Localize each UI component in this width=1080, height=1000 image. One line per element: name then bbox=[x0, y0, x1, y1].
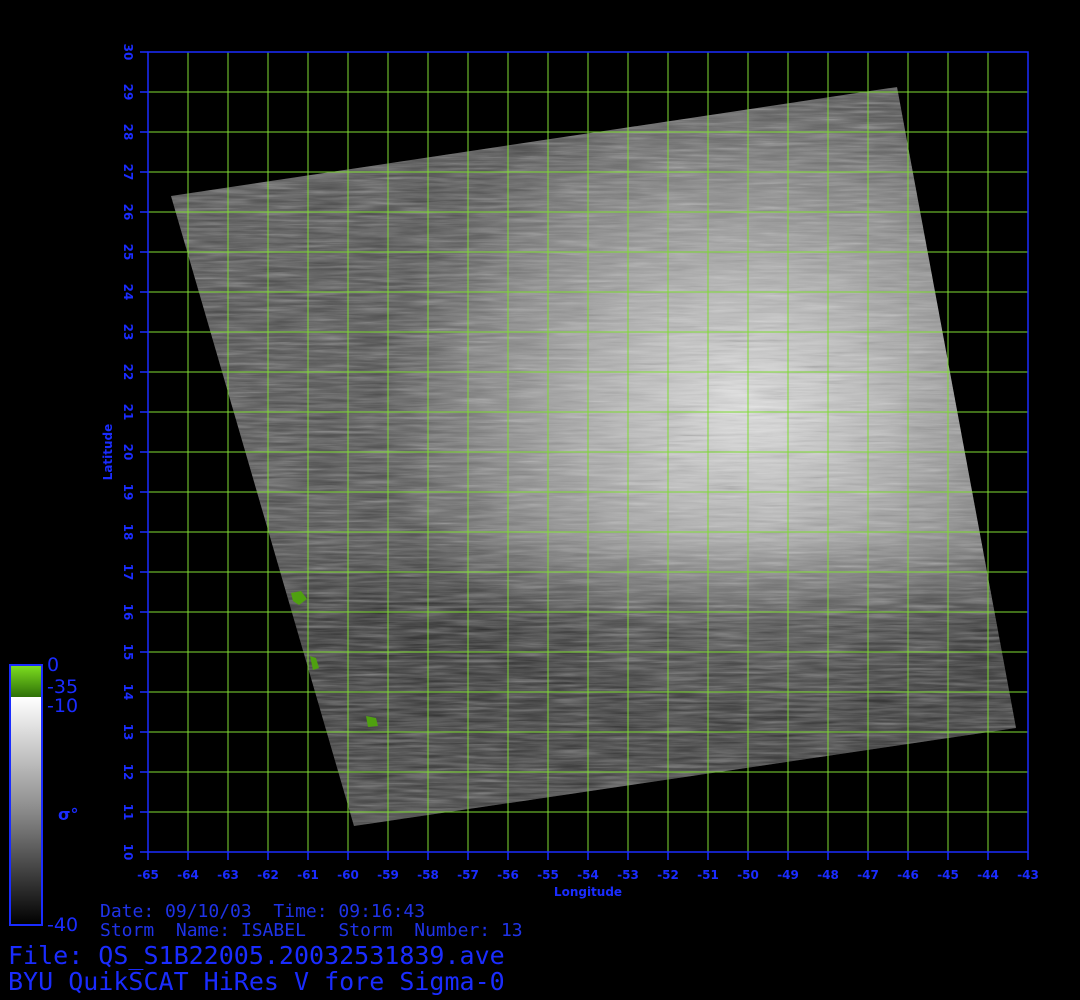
y-tick-label: 11 bbox=[121, 804, 135, 821]
y-tick-label: 28 bbox=[121, 124, 135, 141]
x-tick-label: -48 bbox=[817, 868, 839, 882]
x-tick-label: -65 bbox=[137, 868, 159, 882]
y-tick-label: 18 bbox=[121, 524, 135, 541]
date-time-line: Date: 09/10/03 Time: 09:16:43 bbox=[100, 901, 426, 922]
x-tick-label: -54 bbox=[577, 868, 599, 882]
x-tick-label: -46 bbox=[897, 868, 919, 882]
y-tick-label: 15 bbox=[121, 644, 135, 661]
x-tick-label: -59 bbox=[377, 868, 399, 882]
x-axis-label: Longitude bbox=[554, 885, 622, 899]
y-tick-label: 20 bbox=[121, 444, 135, 461]
y-axis-ticks: 10 11 12 13 14 15 16 17 18 19 20 21 22 23 24 25 26 27 28 29… bbox=[121, 44, 148, 861]
x-tick-label: -55 bbox=[537, 868, 559, 882]
product-title-line: BYU QuikSCAT HiRes V fore Sigma-0 bbox=[8, 967, 505, 996]
satellite-swath-image bbox=[171, 87, 1016, 826]
x-tick-label: -44 bbox=[977, 868, 999, 882]
y-tick-label: 22 bbox=[121, 364, 135, 381]
y-tick-label: 19 bbox=[121, 484, 135, 501]
x-axis-ticks: -65 -64 -63 -62 -61 -60 -59 -58 -57 -56 -55 -54 -53 -… bbox=[137, 852, 1039, 882]
y-tick-label: 25 bbox=[121, 244, 135, 261]
x-tick-label: -51 bbox=[697, 868, 719, 882]
y-tick-label: 16 bbox=[121, 604, 135, 621]
y-tick-label: 13 bbox=[121, 724, 135, 741]
x-tick-label: -61 bbox=[297, 868, 319, 882]
file-name-line: File: QS_S1B22005.20032531839.ave bbox=[8, 941, 505, 970]
x-tick-label: -57 bbox=[457, 868, 479, 882]
y-tick-label: 17 bbox=[121, 564, 135, 581]
y-tick-label: 27 bbox=[121, 164, 135, 181]
colorbar-label-max: 0 bbox=[47, 654, 60, 676]
y-tick-label: 29 bbox=[121, 84, 135, 101]
y-tick-label: 30 bbox=[121, 44, 135, 61]
y-tick-label: 14 bbox=[121, 684, 135, 701]
x-tick-label: -58 bbox=[417, 868, 439, 882]
x-tick-label: -64 bbox=[177, 868, 199, 882]
colorbar-symbol: σ° bbox=[58, 805, 79, 824]
x-tick-label: -50 bbox=[737, 868, 759, 882]
y-tick-label: 23 bbox=[121, 324, 135, 341]
x-tick-label: -53 bbox=[617, 868, 639, 882]
y-tick-label: 10 bbox=[121, 844, 135, 861]
colorbar-label-min: -40 bbox=[47, 914, 79, 936]
x-tick-label: -63 bbox=[217, 868, 239, 882]
y-tick-label: 26 bbox=[121, 204, 135, 221]
x-tick-label: -56 bbox=[497, 868, 519, 882]
x-tick-label: -62 bbox=[257, 868, 279, 882]
scatterometer-map: -65 -64 -63 -62 -61 -60 -59 -58 -57 -56 -55 -54 -53 -… bbox=[9, 44, 1039, 926]
x-tick-label: -43 bbox=[1017, 868, 1039, 882]
y-axis-label: Latitude bbox=[101, 424, 115, 481]
y-tick-label: 12 bbox=[121, 764, 135, 781]
y-tick-label: 24 bbox=[121, 284, 135, 301]
colorbar-label-gray-max: -10 bbox=[47, 695, 79, 717]
lat-lon-grid bbox=[147, 51, 1029, 853]
x-tick-label: -52 bbox=[657, 868, 679, 882]
y-tick-label: 21 bbox=[121, 404, 135, 421]
x-tick-label: -45 bbox=[937, 868, 959, 882]
x-tick-label: -49 bbox=[777, 868, 799, 882]
storm-info-line: Storm Name: ISABEL Storm Number: 13 bbox=[100, 920, 523, 941]
x-tick-label: -47 bbox=[857, 868, 879, 882]
colorbar bbox=[9, 664, 43, 926]
x-tick-label: -60 bbox=[337, 868, 359, 882]
